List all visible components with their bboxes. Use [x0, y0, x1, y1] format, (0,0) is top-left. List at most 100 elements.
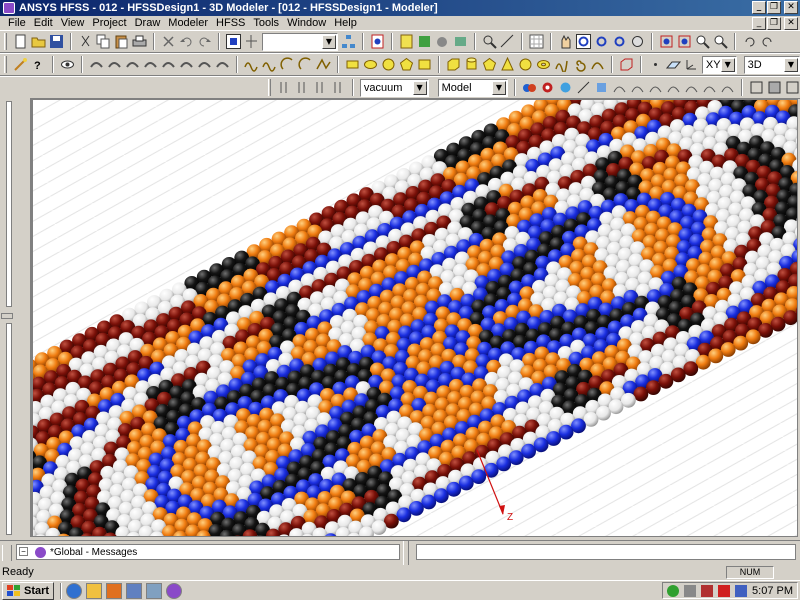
draw-bondwire-icon[interactable] [590, 57, 605, 72]
report-icon[interactable] [453, 34, 468, 49]
menu-help[interactable]: Help [330, 17, 361, 29]
draw-sphere-icon[interactable] [518, 57, 533, 72]
boolean-subtract-icon[interactable] [540, 80, 555, 95]
plane-select[interactable]: XY ▼ [701, 55, 737, 74]
start-button[interactable]: Start [2, 581, 55, 600]
restore-button[interactable]: ❐ [767, 1, 781, 14]
rotate-icon[interactable] [576, 34, 591, 49]
progress-pane[interactable] [416, 544, 796, 560]
app-window-2-icon[interactable] [146, 582, 163, 599]
sweep-icon[interactable] [161, 57, 176, 72]
cover-icon[interactable] [666, 80, 681, 95]
wireframe-icon[interactable] [749, 80, 764, 95]
align-icon[interactable] [295, 80, 310, 95]
draw-circle-icon[interactable] [381, 57, 396, 72]
save-icon[interactable] [49, 34, 64, 49]
boolean-intersect-icon[interactable] [558, 80, 573, 95]
internet-explorer-icon[interactable] [66, 582, 83, 599]
split-icon[interactable] [576, 80, 591, 95]
plane-icon[interactable] [665, 57, 681, 72]
mdi-restore-button[interactable]: ❐ [767, 17, 781, 30]
app-window-icon[interactable] [126, 582, 143, 599]
mesh-icon[interactable] [125, 57, 140, 72]
zoom-out-icon[interactable] [713, 34, 728, 49]
mdi-minimize-button[interactable]: _ [752, 17, 766, 30]
snap-icon[interactable] [244, 34, 259, 49]
rotate-local-icon[interactable] [594, 34, 609, 49]
wizard-icon[interactable] [13, 57, 28, 72]
minimize-button[interactable]: _ [752, 1, 766, 14]
copy-icon[interactable] [96, 34, 111, 49]
grid-icon[interactable] [529, 34, 544, 49]
section-icon[interactable] [720, 80, 735, 95]
shaded-icon[interactable] [767, 80, 782, 95]
connect-icon[interactable] [648, 80, 663, 95]
boundary-icon[interactable] [89, 57, 104, 72]
create-region-icon[interactable] [619, 57, 634, 72]
results-icon[interactable] [417, 34, 432, 49]
zoom-in-icon[interactable] [695, 34, 710, 49]
menu-modeler[interactable]: Modeler [164, 17, 212, 29]
zoom-fit-icon[interactable] [482, 34, 497, 49]
measure-icon[interactable] [500, 34, 515, 49]
view-undo-icon[interactable] [742, 34, 757, 49]
menu-file[interactable]: File [4, 17, 30, 29]
volume-icon[interactable] [735, 584, 748, 597]
validate-icon[interactable] [370, 34, 385, 49]
draw-ellipse-icon[interactable] [363, 57, 378, 72]
acrobat-icon[interactable] [718, 584, 731, 597]
material-select[interactable]: vacuum ▼ [359, 78, 429, 97]
radiation-icon[interactable] [197, 57, 212, 72]
field-overlay-icon[interactable] [215, 57, 230, 72]
fields-icon[interactable] [435, 34, 450, 49]
render-options-icon[interactable] [785, 80, 800, 95]
menu-project[interactable]: Project [88, 17, 130, 29]
view-dimension-select[interactable]: 3D ▼ [743, 55, 800, 74]
open-icon[interactable] [31, 34, 46, 49]
messages-pane[interactable]: − *Global - Messages [16, 544, 400, 560]
panel-collapse-icon[interactable] [1, 313, 13, 319]
draw-spiral-icon[interactable] [572, 57, 587, 72]
draw-equation-curve-icon[interactable] [316, 57, 331, 72]
new-icon[interactable] [13, 34, 28, 49]
imprint-icon[interactable] [594, 80, 609, 95]
draw-equation-surface-icon[interactable] [417, 57, 432, 72]
uncover-icon[interactable] [684, 80, 699, 95]
select-mode-icon[interactable] [226, 34, 241, 49]
help-icon[interactable]: ? [31, 57, 46, 72]
excitation-icon[interactable] [107, 57, 122, 72]
point-icon[interactable] [648, 57, 663, 72]
draw-torus-icon[interactable] [536, 57, 551, 72]
properties-splitter[interactable] [6, 323, 12, 535]
boolean-unite-icon[interactable] [522, 80, 537, 95]
close-button[interactable]: ✕ [784, 1, 798, 14]
security-icon[interactable] [667, 584, 680, 597]
analyze-icon[interactable] [399, 34, 414, 49]
bead-model-canvas[interactable]: Z [33, 100, 798, 537]
hierarchy-icon[interactable] [341, 34, 356, 49]
orient-icon[interactable] [630, 34, 645, 49]
fit-selection-icon[interactable] [677, 34, 692, 49]
draw-rectangle-icon[interactable] [345, 57, 360, 72]
sweep-along-path-icon[interactable] [612, 80, 627, 95]
menu-tools[interactable]: Tools [249, 17, 283, 29]
menu-hfss[interactable]: HFSS [212, 17, 249, 29]
project-tree-splitter[interactable] [6, 101, 12, 307]
mdi-close-button[interactable]: ✕ [784, 17, 798, 30]
optimetrics-icon[interactable] [179, 57, 194, 72]
cut-icon[interactable] [78, 34, 93, 49]
paste-icon[interactable] [114, 34, 129, 49]
draw-arc-icon[interactable] [280, 57, 295, 72]
menu-edit[interactable]: Edit [30, 17, 57, 29]
draw-spline-icon[interactable] [262, 57, 277, 72]
media-player-icon[interactable] [106, 582, 123, 599]
array-icon[interactable] [313, 80, 328, 95]
model-select[interactable]: Model ▼ [437, 78, 508, 97]
thicken-icon[interactable] [630, 80, 645, 95]
pan-icon[interactable] [558, 34, 573, 49]
eye-icon[interactable] [60, 57, 75, 72]
shield-icon[interactable] [701, 584, 714, 597]
menu-view[interactable]: View [57, 17, 89, 29]
delete-icon[interactable] [161, 34, 176, 49]
menu-draw[interactable]: Draw [131, 17, 165, 29]
